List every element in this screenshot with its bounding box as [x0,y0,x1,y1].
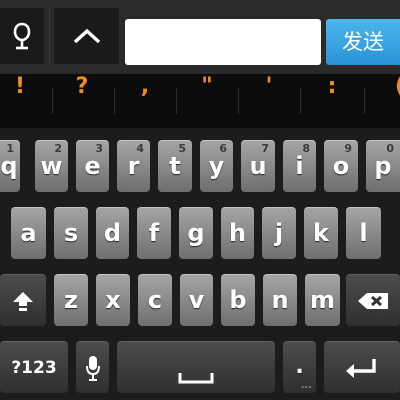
key-m[interactable]: m [305,274,340,326]
key-hint: ... [300,380,312,391]
suggestion-item[interactable]: ? [58,74,106,128]
key-u[interactable]: 7u [241,140,275,192]
space-bar-icon [178,373,214,384]
key-z[interactable]: z [54,274,88,326]
voice-input-key[interactable] [76,341,109,393]
key-label: v [188,286,205,314]
key-h[interactable]: h [221,207,254,259]
mic-outline-icon [13,22,31,50]
key-label: g [187,219,205,247]
shift-key[interactable]: ◦ [0,274,46,326]
key-a[interactable]: a [11,207,46,259]
key-l[interactable]: l [346,207,381,259]
suggestion-divider [300,88,301,114]
suggestion-item[interactable]: ! [0,74,40,128]
key-label: l [359,219,368,247]
suggestion-divider [364,88,365,114]
key-label: x [105,286,121,314]
space-key[interactable] [117,341,275,393]
key-r[interactable]: 4r [117,140,150,192]
chevron-up-icon [73,28,100,44]
key-label: q [0,152,18,180]
key-label: h [228,219,247,247]
key-n[interactable]: n [263,274,297,326]
backspace-icon [358,292,388,309]
key-v[interactable]: v [180,274,213,326]
backspace-key[interactable] [346,274,400,326]
key-j[interactable]: j [262,207,296,259]
key-label: n [271,286,289,314]
suggestion-divider [176,88,177,114]
suggestion-item[interactable]: " [184,74,230,128]
key-x[interactable]: x [96,274,130,326]
suggestion-item[interactable]: : [308,74,356,128]
key-label: t [169,152,181,180]
key-label: o [332,152,350,180]
key-label: f [148,219,160,247]
key-d[interactable]: d [96,207,129,259]
suggestion-strip: ! ? , " ' : ( [0,74,400,128]
key-label: . [295,354,304,379]
suggestion-item[interactable]: ' [246,74,292,128]
key-s[interactable]: s [54,207,88,259]
suggestion-item[interactable]: ( [384,74,400,128]
shift-arrow-icon [13,291,33,311]
key-label: y [208,152,225,180]
key-i[interactable]: 8i [283,140,316,192]
key-label: u [249,152,267,180]
key-label: d [103,219,122,247]
key-hint-dot: ◦ [32,276,40,289]
key-label: i [295,152,304,180]
key-b[interactable]: b [221,274,255,326]
key-label: z [64,286,78,314]
key-label: r [127,152,140,180]
key-e[interactable]: 3e [76,140,109,192]
key-label: j [274,219,284,247]
key-label: p [374,152,392,180]
period-key[interactable]: . ... [283,341,316,393]
suggestion-divider [238,88,239,114]
enter-key[interactable] [324,341,400,393]
enter-return-icon [346,358,376,378]
key-label: ?123 [11,357,57,378]
key-label: c [147,286,163,314]
message-input[interactable] [125,19,321,65]
key-f[interactable]: f [137,207,171,259]
key-o[interactable]: 9o [324,140,358,192]
key-label: w [40,152,63,180]
key-w[interactable]: 2w [35,140,68,192]
key-label: b [229,286,247,314]
key-y[interactable]: 6y [200,140,233,192]
suggestion-divider [52,88,53,114]
key-label: m [309,286,335,314]
suggestion-divider [114,88,115,114]
key-c[interactable]: c [138,274,172,326]
collapse-button[interactable] [54,8,119,64]
microphone-icon [85,355,100,381]
key-t[interactable]: 5t [158,140,192,192]
key-g[interactable]: g [179,207,213,259]
key-p[interactable]: 0p [366,140,400,192]
suggestion-item[interactable]: , [122,74,168,128]
key-q[interactable]: 1q [0,140,20,192]
key-k[interactable]: k [304,207,338,259]
keyboard: 1q 2w 3e 4r 5t 6y 7u 8i 9o 0p a s d f g … [0,128,400,400]
key-label: a [20,219,37,247]
symbols-key[interactable]: ?123 [0,341,68,393]
input-toolbar: 发送 [0,0,400,74]
mic-outline-button[interactable] [0,8,44,64]
send-button[interactable]: 发送 [326,19,400,65]
key-label: s [63,219,79,247]
key-label: k [313,219,329,247]
toolbar-divider [49,8,50,64]
key-label: e [84,152,101,180]
